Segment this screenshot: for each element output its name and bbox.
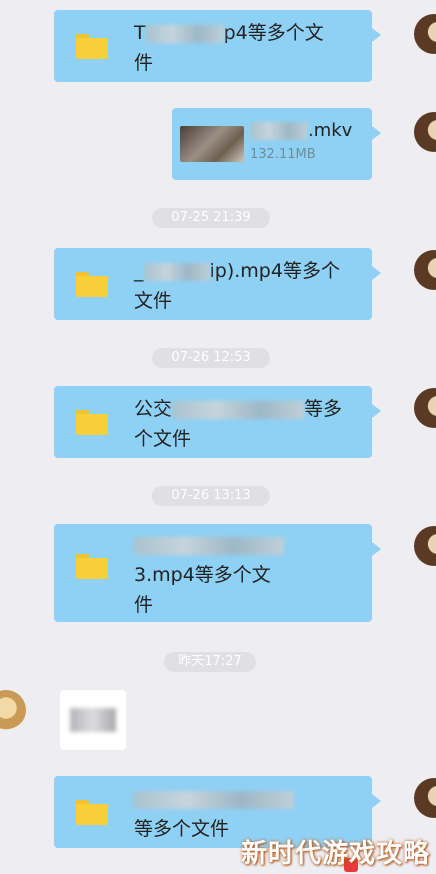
timestamp: 07-26 12:53 <box>152 348 270 368</box>
file-name-line2: 文件 <box>134 290 173 312</box>
file-name-prefix: 公交 <box>134 398 173 420</box>
chat-window: Tp4等多个文件 .mkv 132.11MB 07-25 21:39 _ ip).… <box>0 0 436 874</box>
folder-icon <box>76 800 108 825</box>
folder-icon <box>76 34 108 59</box>
avatar[interactable] <box>414 388 436 428</box>
file-name: 公交 等多个文件 <box>134 394 352 454</box>
file-message-4[interactable]: 3.mp4等多个文件 <box>54 524 381 622</box>
incoming-image-message[interactable] <box>60 690 126 750</box>
file-name: 3.mp4等多个文件 <box>134 530 352 620</box>
video-thumbnail <box>180 126 244 162</box>
avatar[interactable] <box>0 690 26 730</box>
file-name-line3: 件 <box>134 594 154 616</box>
folder-icon <box>76 272 108 297</box>
timestamp: 07-26 13:13 <box>152 486 270 506</box>
avatar[interactable] <box>414 778 436 818</box>
timestamp: 07-25 21:39 <box>152 208 270 228</box>
folder-icon <box>76 410 108 435</box>
blurred-image <box>70 708 116 732</box>
file-name-prefix: _ <box>134 260 144 282</box>
folder-icon <box>76 554 108 579</box>
video-size: 132.11MB <box>250 147 316 162</box>
file-name: _ ip).mp4等多个文件 <box>134 256 352 316</box>
file-name-line2: 件 <box>134 52 154 74</box>
file-name-line2: 个文件 <box>134 428 192 450</box>
video-name: .mkv <box>250 120 352 142</box>
file-name: Tp4等多个文件 <box>134 22 324 74</box>
file-name-line2: 3.mp4等多个文 <box>134 564 271 586</box>
file-message-2[interactable]: _ ip).mp4等多个文件 <box>54 248 381 320</box>
timestamp: 昨天17:27 <box>164 652 256 672</box>
watermark: 新时代游戏攻略 <box>240 839 430 869</box>
video-name-suffix: .mkv <box>308 120 353 141</box>
file-name-line1: 等多 <box>304 398 343 420</box>
avatar[interactable] <box>414 112 436 152</box>
avatar[interactable] <box>414 250 436 290</box>
avatar[interactable] <box>414 14 436 54</box>
file-name-line2: 等多个文件 <box>134 818 230 840</box>
video-message[interactable]: .mkv 132.11MB <box>172 108 381 180</box>
file-message-3[interactable]: 公交 等多个文件 <box>54 386 381 458</box>
file-name-line1: p4等多个文 <box>223 22 324 44</box>
file-name-line1: ip).mp4等多个 <box>209 260 340 282</box>
avatar[interactable] <box>414 526 436 566</box>
file-message-1[interactable]: Tp4等多个文件 <box>54 10 381 82</box>
